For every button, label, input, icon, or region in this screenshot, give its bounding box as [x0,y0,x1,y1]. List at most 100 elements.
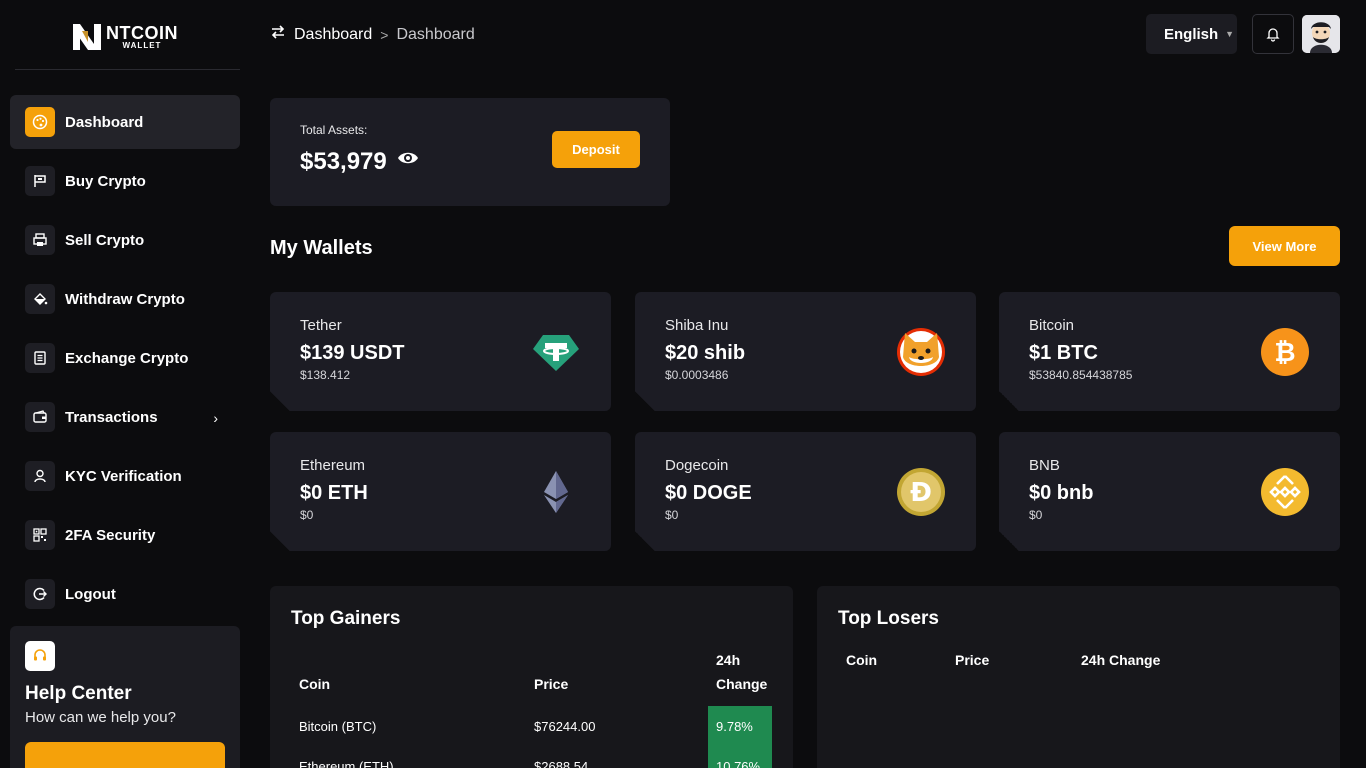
top-gainers-table: Coin Price 24h Change Bitcoin (BTC) $762… [291,648,772,768]
panel-title: Top Losers [838,608,939,629]
svg-text:Ð: Ð [910,478,932,508]
column-header: 24h Change [1081,652,1161,668]
wallet-name: Tether [300,317,342,334]
top-losers-panel: Top Losers Coin Price 24h Change [817,586,1340,768]
document-icon [25,343,55,373]
sidebar-item-kyc-verification[interactable]: KYC Verification [10,449,240,503]
sidebar-item-label: Dashboard [65,113,144,131]
wallet-card-tether[interactable]: Tether $139 USDT $138.412 [270,292,611,411]
sidebar-item-dashboard[interactable]: Dashboard [10,95,240,149]
breadcrumb-item[interactable]: Dashboard [294,26,372,44]
column-header: Price [534,676,569,692]
wallet-name: Bitcoin [1029,317,1075,334]
paint-bucket-icon [25,284,55,314]
price-cell: $76244.00 [534,718,596,734]
qr-code-icon [25,520,55,550]
sidebar-item-label: Buy Crypto [65,172,146,190]
breadcrumb-current: Dashboard [396,25,475,43]
eye-icon[interactable] [397,150,419,166]
wallet-usd-value: $138.412 [300,368,351,382]
chevron-down-icon: ▼ [1225,29,1235,39]
help-button[interactable] [25,742,225,768]
total-assets-card: Total Assets: $53,979 Deposit [270,98,670,206]
help-center-card: Help Center How can we help you? [10,626,240,768]
dogecoin-icon: Ð [897,468,945,516]
sidebar-item-2fa-security[interactable]: 2FA Security [10,508,240,562]
deposit-button[interactable]: Deposit [552,131,640,168]
sidebar-item-logout[interactable]: Logout [10,567,240,621]
wallet-amount: $20 shib [665,342,746,364]
wallet-card-ethereum[interactable]: Ethereum $0 ETH $0 [270,432,611,551]
wallet-card-bnb[interactable]: BNB $0 bnb $0 [999,432,1340,551]
brand-logo[interactable]: NTCOIN WALLET [70,20,178,54]
sidebar-item-transactions[interactable]: Transactions › [10,390,240,444]
avatar[interactable] [1302,15,1340,53]
total-assets-amount: $53,979 [300,148,387,175]
change-cell: 9.78% [708,706,772,746]
chevron-right-icon: › [213,410,218,426]
swap-icon[interactable] [270,24,286,45]
svg-text:₿: ₿ [1274,338,1295,368]
wallet-name: Ethereum [300,457,366,474]
table-row[interactable]: Ethereum (ETH) $2688.54 10.76% [291,746,772,768]
wallet-card-shiba-inu[interactable]: Shiba Inu $20 shib $0.0003486 [635,292,976,411]
help-title: Help Center [25,683,132,704]
sidebar-item-withdraw-crypto[interactable]: Withdraw Crypto [10,272,240,326]
wallet-usd-value: $0 [665,508,679,522]
column-header: 24h Change [716,652,768,692]
wallet-usd-value: $0.0003486 [665,368,729,382]
top-losers-table: Coin Price 24h Change [838,648,1319,682]
breadcrumb-separator-icon: > [380,26,389,43]
sidebar-item-exchange-crypto[interactable]: Exchange Crypto [10,331,240,385]
wallet-icon [25,402,55,432]
total-assets-value: $53,979 [300,148,419,176]
view-more-button[interactable]: View More [1229,226,1340,266]
sidebar-item-label: Exchange Crypto [65,349,189,367]
column-header: Coin [299,676,331,692]
wallet-amount: $139 USDT [300,342,405,364]
price-cell: $2688.54 [534,758,589,768]
shiba-inu-icon [897,328,945,376]
wallet-usd-value: $0 [300,508,314,522]
section-title: My Wallets [270,237,373,259]
table-row[interactable]: Bitcoin (BTC) $76244.00 9.78% [291,706,772,746]
sidebar-nav: Dashboard Buy Crypto Sell Crypto Withdra… [10,95,240,626]
wallet-amount: $0 DOGE [665,482,752,504]
logout-icon [25,579,55,609]
flag-icon [25,166,55,196]
notification-button[interactable] [1252,14,1294,54]
wallet-amount: $1 BTC [1029,342,1098,364]
wallet-name: BNB [1029,457,1060,474]
sidebar-item-label: Transactions [65,408,158,426]
column-header: Coin [846,652,878,668]
divider [15,69,240,70]
top-gainers-panel: Top Gainers Coin Price 24h Change Bitcoi… [270,586,793,768]
brand-name: NTCOIN [106,23,178,43]
sidebar-item-label: Logout [65,585,116,603]
brand-sub: WALLET [122,41,162,50]
tether-icon [533,335,579,371]
wallet-amount: $0 bnb [1029,482,1094,504]
bitcoin-icon: ₿ [1261,328,1309,376]
column-header: Price [955,652,990,668]
sidebar: NTCOIN WALLET Dashboard Buy Crypto Sell … [0,0,250,768]
sidebar-item-label: Withdraw Crypto [65,290,185,308]
wallet-usd-value: $0 [1029,508,1043,522]
bell-icon [1266,28,1280,42]
sidebar-item-sell-crypto[interactable]: Sell Crypto [10,213,240,267]
coin-cell: Ethereum (ETH) [299,758,394,768]
language-select[interactable]: English ▼ [1146,14,1237,54]
wallet-usd-value: $53840.854438785 [1029,368,1133,382]
ethereum-icon [544,471,568,513]
printer-icon [25,225,55,255]
wallet-name: Dogecoin [665,457,729,474]
palette-icon [25,107,55,137]
coin-cell: Bitcoin (BTC) [299,718,377,734]
wallet-card-bitcoin[interactable]: Bitcoin $1 BTC $53840.854438785 ₿ [999,292,1340,411]
sidebar-item-buy-crypto[interactable]: Buy Crypto [10,154,240,208]
wallet-name: Shiba Inu [665,317,729,334]
bnb-icon [1261,468,1309,516]
wallet-card-dogecoin[interactable]: Dogecoin $0 DOGE $0 Ð [635,432,976,551]
language-label: English [1164,25,1219,43]
total-assets-label: Total Assets: [300,123,368,137]
